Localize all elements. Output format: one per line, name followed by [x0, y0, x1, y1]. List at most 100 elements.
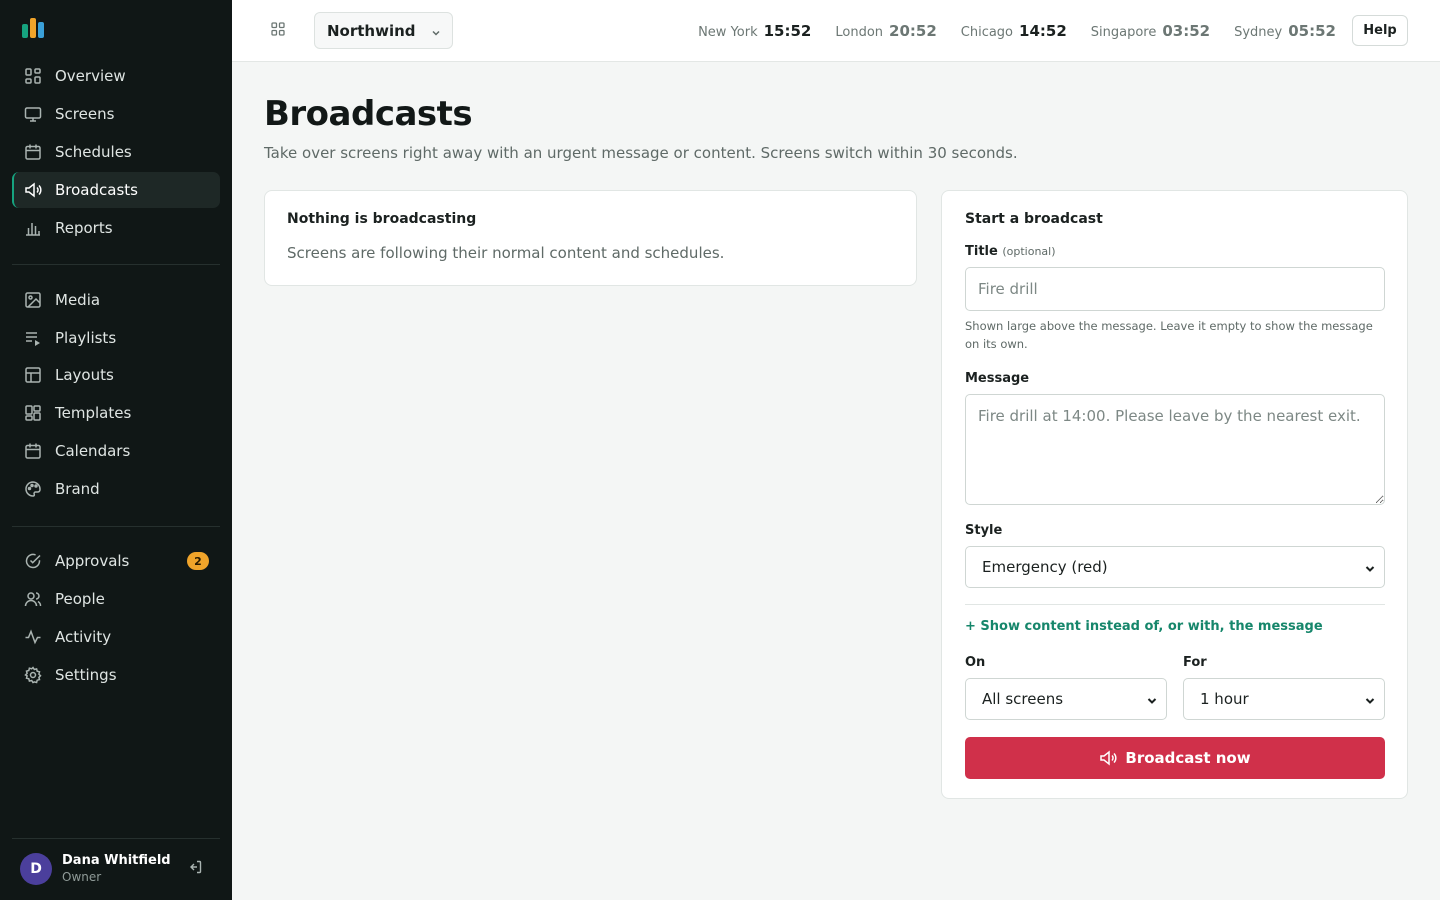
- help-button[interactable]: Help: [1352, 15, 1408, 46]
- clock-city: London: [835, 25, 884, 40]
- templates-icon: [23, 403, 43, 423]
- workspace-switcher[interactable]: Northwind: [314, 12, 453, 49]
- chevron-down-icon: [1146, 693, 1158, 705]
- calendar-icon: [23, 142, 43, 162]
- on-label: On: [965, 655, 986, 670]
- sidebar-item-settings[interactable]: Settings: [12, 657, 220, 693]
- for-label: For: [1183, 655, 1207, 670]
- sidebar-item-label: Brand: [55, 480, 100, 498]
- style-select[interactable]: Emergency (red): [965, 546, 1385, 588]
- logout-icon[interactable]: [187, 859, 205, 877]
- broadcast-now-label: Broadcast now: [1125, 749, 1251, 767]
- sidebar-item-label: Schedules: [55, 143, 132, 161]
- world-clocks: New York 15:52 London 20:52 Chicago 14:5…: [698, 0, 1336, 62]
- approvals-count-badge: 2: [187, 552, 209, 570]
- app-logo[interactable]: [22, 18, 50, 38]
- palette-icon: [23, 479, 43, 499]
- target-screens-value: All screens: [982, 690, 1064, 708]
- clock-sydney: Sydney 05:52: [1234, 22, 1336, 40]
- target-screens-select[interactable]: All screens: [965, 678, 1167, 720]
- clock-chicago: Chicago 14:52: [961, 22, 1067, 40]
- sidebar-item-calendars[interactable]: Calendars: [12, 433, 220, 469]
- sidebar-item-label: Settings: [55, 666, 117, 684]
- start-broadcast-form: Start a broadcast Title (optional) Shown…: [941, 190, 1408, 799]
- sidebar-item-screens[interactable]: Screens: [12, 96, 220, 132]
- grid-icon: [23, 66, 43, 86]
- user-role: Owner: [62, 870, 102, 884]
- people-icon: [23, 589, 43, 609]
- clock-city: Sydney: [1234, 25, 1283, 40]
- sidebar-divider: [12, 264, 220, 265]
- clock-city: New York: [698, 25, 758, 40]
- layout-icon: [23, 365, 43, 385]
- sidebar-item-label: Templates: [55, 404, 132, 422]
- title-label: Title (optional): [965, 244, 1056, 259]
- sidebar-item-label: Calendars: [55, 442, 131, 460]
- title-input[interactable]: [965, 267, 1385, 311]
- sidebar-item-reports[interactable]: Reports: [12, 210, 220, 246]
- message-label: Message: [965, 371, 1030, 386]
- sidebar-item-label: Activity: [55, 628, 112, 646]
- optional-hint: (optional): [1002, 245, 1056, 258]
- clock-new-york: New York 15:52: [698, 22, 811, 40]
- avatar: D: [20, 853, 52, 885]
- form-divider: [965, 604, 1385, 605]
- clock-time: 03:52: [1162, 22, 1211, 40]
- user-name: Dana Whitfield: [62, 853, 171, 868]
- sidebar-divider: [12, 526, 220, 527]
- sidebar-item-label: Approvals: [55, 552, 130, 570]
- activity-icon: [23, 627, 43, 647]
- clock-time: 15:52: [763, 22, 812, 40]
- sidebar-item-playlists[interactable]: Playlists: [12, 320, 220, 356]
- title-label-text: Title: [965, 244, 998, 259]
- style-select-value: Emergency (red): [982, 558, 1108, 576]
- sidebar-item-people[interactable]: People: [12, 581, 220, 617]
- sidebar-item-activity[interactable]: Activity: [12, 619, 220, 655]
- chevron-down-icon: [1364, 693, 1376, 705]
- sidebar-item-media[interactable]: Media: [12, 282, 220, 318]
- message-textarea[interactable]: [965, 394, 1385, 505]
- user-profile[interactable]: D Dana Whitfield Owner: [12, 838, 220, 900]
- show-content-link[interactable]: + Show content instead of, or with, the …: [965, 619, 1323, 634]
- sidebar-item-label: Playlists: [55, 329, 117, 347]
- monitor-icon: [23, 104, 43, 124]
- sidebar-item-label: Layouts: [55, 366, 114, 384]
- apps-grid-icon[interactable]: [270, 21, 290, 41]
- sidebar-item-brand[interactable]: Brand: [12, 471, 220, 507]
- page-title: Broadcasts: [264, 94, 473, 134]
- megaphone-icon: [23, 180, 43, 200]
- duration-value: 1 hour: [1200, 690, 1249, 708]
- sidebar-item-label: Screens: [55, 105, 115, 123]
- image-icon: [23, 290, 43, 310]
- clock-london: London 20:52: [835, 22, 936, 40]
- clock-city: Singapore: [1090, 25, 1157, 40]
- status-text: Screens are following their normal conte…: [287, 244, 725, 262]
- chevron-down-icon: [1364, 561, 1376, 573]
- sidebar-item-label: Media: [55, 291, 101, 309]
- sidebar: Overview Screens Schedules Broadcasts Re…: [0, 0, 232, 900]
- sidebar-item-schedules[interactable]: Schedules: [12, 134, 220, 170]
- sidebar-item-broadcasts[interactable]: Broadcasts: [12, 172, 220, 208]
- clock-singapore: Singapore 03:52: [1091, 22, 1210, 40]
- sidebar-item-approvals[interactable]: Approvals 2: [12, 543, 220, 579]
- duration-select[interactable]: 1 hour: [1183, 678, 1385, 720]
- topbar: Northwind New York 15:52 London 20:52 Ch…: [232, 0, 1440, 62]
- clock-city: Chicago: [960, 25, 1014, 40]
- megaphone-icon: [1099, 749, 1117, 767]
- broadcast-status-card: Nothing is broadcasting Screens are foll…: [264, 190, 917, 286]
- calendar-icon: [23, 441, 43, 461]
- broadcast-now-button[interactable]: Broadcast now: [965, 737, 1385, 779]
- clock-time: 14:52: [1019, 22, 1067, 40]
- status-title: Nothing is broadcasting: [287, 211, 477, 227]
- playlist-icon: [23, 328, 43, 348]
- sidebar-item-label: People: [55, 590, 105, 608]
- page-subtitle: Take over screens right away with an urg…: [264, 144, 1018, 162]
- clock-time: 05:52: [1288, 22, 1336, 40]
- sidebar-item-layouts[interactable]: Layouts: [12, 357, 220, 393]
- style-label: Style: [965, 523, 1003, 538]
- workspace-name: Northwind: [327, 21, 416, 40]
- sidebar-item-overview[interactable]: Overview: [12, 58, 220, 94]
- check-circle-icon: [23, 551, 43, 571]
- chevron-down-icon: [430, 25, 442, 37]
- sidebar-item-templates[interactable]: Templates: [12, 395, 220, 431]
